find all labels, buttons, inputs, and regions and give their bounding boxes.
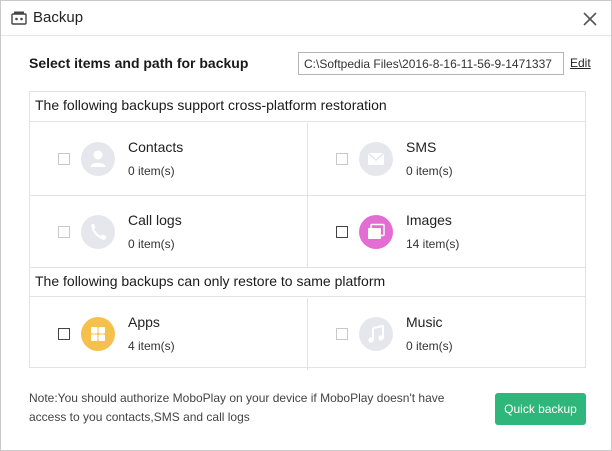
contacts-checkbox[interactable] (58, 153, 70, 165)
contacts-icon (81, 142, 115, 176)
backup-items-table: The following backups support cross-plat… (29, 91, 586, 370)
item-name: Music (406, 314, 443, 330)
music-icon (359, 317, 393, 351)
item-count: 14 item(s) (406, 237, 460, 251)
item-count: 0 item(s) (128, 164, 175, 178)
authorization-note: Note:You should authorize MoboPlay on yo… (29, 389, 469, 427)
call-logs-checkbox[interactable] (58, 226, 70, 238)
phone-icon (81, 215, 115, 249)
item-name: Contacts (128, 139, 184, 155)
item-name: Images (406, 212, 452, 228)
sms-icon (359, 142, 393, 176)
apps-checkbox[interactable] (58, 328, 70, 340)
item-name: Call logs (128, 212, 182, 228)
cross-platform-section-title: The following backups support cross-plat… (30, 92, 585, 122)
backup-item-sms[interactable]: SMS 0 item(s) (307, 123, 585, 195)
window-title: Backup (33, 9, 84, 26)
backup-item-contacts[interactable]: Contacts 0 item(s) (30, 123, 308, 195)
note-line: Note:You should authorize MoboPlay on yo… (29, 391, 445, 405)
backup-item-images[interactable]: Images 14 item(s) (307, 196, 585, 268)
close-icon[interactable] (579, 8, 601, 30)
sms-checkbox[interactable] (336, 153, 348, 165)
item-count: 0 item(s) (406, 164, 453, 178)
images-checkbox[interactable] (336, 226, 348, 238)
backup-item-apps[interactable]: Apps 4 item(s) (30, 298, 308, 370)
backup-dialog: Backup Select items and path for backup … (0, 0, 612, 451)
same-platform-section-title: The following backups can only restore t… (30, 267, 585, 297)
backup-path-field[interactable] (298, 52, 564, 75)
backup-header-label: Select items and path for backup (29, 55, 249, 71)
music-checkbox[interactable] (336, 328, 348, 340)
item-name: Apps (128, 314, 160, 330)
item-count: 0 item(s) (406, 339, 453, 353)
apps-icon (81, 317, 115, 351)
item-count: 4 item(s) (128, 339, 175, 353)
backup-item-music[interactable]: Music 0 item(s) (307, 298, 585, 370)
backup-item-call-logs[interactable]: Call logs 0 item(s) (30, 196, 308, 268)
edit-path-link[interactable]: Edit (570, 56, 591, 70)
title-bar: Backup (1, 1, 611, 36)
item-name: SMS (406, 139, 437, 155)
note-line: access to you contacts,SMS and call logs (29, 410, 250, 424)
app-logo-icon (11, 11, 27, 25)
quick-backup-button[interactable]: Quick backup (495, 393, 586, 425)
images-icon (359, 215, 393, 249)
item-count: 0 item(s) (128, 237, 175, 251)
